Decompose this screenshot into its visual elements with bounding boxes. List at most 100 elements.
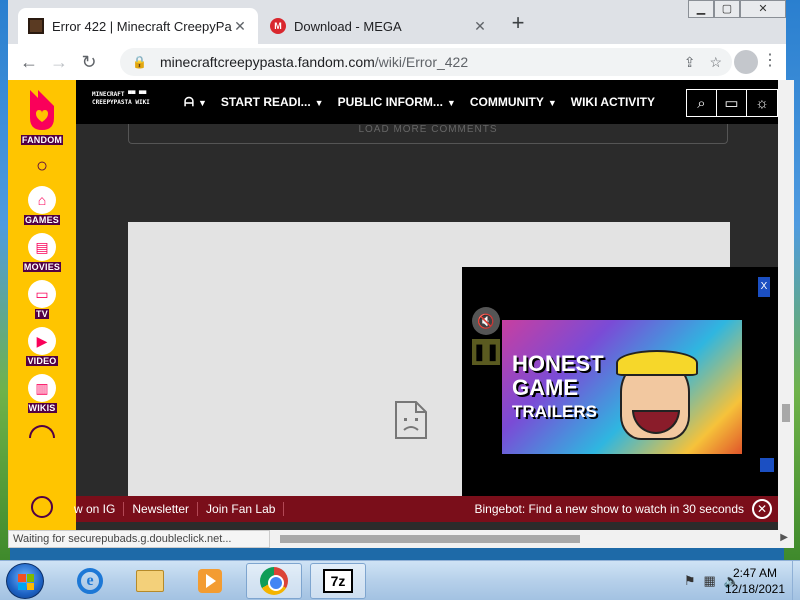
address-bar[interactable]: 🔒 minecraftcreepypasta.fandom.com/wiki/E… (120, 48, 732, 76)
sad-document-icon (395, 401, 427, 439)
gamepad-icon: ⌂ (27, 186, 56, 214)
video-title-line3: TRAILERS (512, 402, 597, 421)
tab-close-icon[interactable]: ✕ (232, 18, 248, 35)
scrollbar-thumb[interactable] (782, 404, 790, 422)
nav-label: START READI... (220, 95, 311, 109)
google-chrome-icon[interactable] (246, 563, 302, 599)
bottom-link-fan-lab[interactable]: Join Fan Lab (198, 502, 285, 516)
window-close-button[interactable]: ✕ (740, 0, 786, 18)
bingebot-promo-link[interactable]: Bingebot: Find a new show to watch in 30… (475, 502, 779, 516)
user-account-icon[interactable] (31, 496, 53, 518)
fandom-wordmark: FANDOM (20, 135, 64, 145)
video-expand-button[interactable] (760, 458, 774, 472)
video-player-popup: X 🔇 ❚❚ HONEST GAME TRAILERS (462, 267, 778, 500)
video-thumbnail[interactable]: HONEST GAME TRAILERS (502, 320, 742, 454)
wiki-logo-line2: CREEPYPASTA WIKI (92, 99, 150, 106)
nav-start-reading[interactable]: START READI... ▼ (221, 95, 324, 109)
nav-label: WIKI ACTIVITY (570, 95, 655, 109)
minecraft-favicon-icon (28, 18, 44, 34)
tab-strip: Error 422 | Minecraft CreepyPasta ✕ M Do… (8, 0, 786, 44)
tab-close-icon[interactable]: ✕ (472, 18, 488, 35)
clock-time: 2:47 AM (732, 566, 778, 580)
nav-public-information[interactable]: PUBLIC INFORM... ▼ (338, 95, 456, 109)
play-pause-icon[interactable]: ❚❚ (472, 339, 500, 365)
bottom-link-ig[interactable]: w on IG (74, 502, 125, 516)
windows-taskbar: e 7z ⚑ ▦ 🔈 2:47 AM 12/18/2021 (0, 560, 800, 600)
url-path: /wiki/Error_422 (374, 54, 469, 70)
fandom-bottom-bar: w on IG Newsletter Join Fan Lab Bingebot… (74, 496, 779, 522)
network-icon[interactable]: ▦ (704, 573, 716, 589)
mute-icon[interactable]: 🔇 (472, 307, 500, 335)
tab-error-422[interactable]: Error 422 | Minecraft CreepyPasta ✕ (18, 8, 258, 44)
tab-download-mega[interactable]: M Download - MEGA ✕ (260, 8, 498, 44)
rail-item-video[interactable]: ▶ VIDEO (26, 327, 58, 366)
chrome-window: Error 422 | Minecraft CreepyPasta ✕ M Do… (8, 0, 794, 548)
vertical-scrollbar[interactable] (778, 80, 794, 530)
rail-item-wikis[interactable]: ▥ WIKIS (27, 374, 57, 413)
system-clock[interactable]: 2:47 AM 12/18/2021 (720, 565, 790, 597)
tab-title: Download - MEGA (294, 18, 402, 34)
load-more-comments-button[interactable]: LOAD MORE COMMENTS (128, 124, 728, 144)
rail-item-tv[interactable]: ▭ TV (28, 280, 56, 319)
search-icon[interactable]: ⌕ (687, 90, 717, 116)
wiki-tools: ⌕ ▭ ☼ (686, 89, 778, 117)
clock-date: 12/18/2021 (724, 582, 786, 596)
wiki-logo-line1: MINECRAFT ▀▀ ▀▀ (92, 91, 147, 98)
status-bubble: Waiting for securepubads.g.doubleclick.n… (8, 530, 270, 548)
rail-item-label: GAMES (23, 215, 60, 225)
gauge-icon[interactable] (29, 425, 55, 438)
windows-explorer-icon[interactable] (122, 563, 178, 599)
nav-community[interactable]: COMMUNITY ▼ (470, 95, 557, 109)
chevron-down-icon: ▼ (314, 98, 324, 108)
bookmark-star-icon[interactable]: ☆ (709, 54, 722, 71)
share-icon[interactable]: ⇪ (684, 54, 696, 71)
internet-explorer-icon[interactable]: e (62, 563, 118, 599)
play-icon: ▶ (27, 327, 56, 355)
window-controls: ▁ ▢ ✕ (688, 0, 786, 18)
scroll-right-icon[interactable]: ▶ (780, 532, 788, 543)
theme-toggle-icon[interactable]: ☼ (747, 90, 777, 116)
bottom-link-newsletter[interactable]: Newsletter (124, 502, 199, 516)
show-desktop-button[interactable] (792, 561, 800, 600)
rail-item-label: TV (35, 309, 49, 319)
video-title-line2: GAME (512, 375, 578, 400)
back-icon[interactable]: ← (14, 47, 44, 77)
maximize-button[interactable]: ▢ (714, 0, 740, 18)
profile-avatar-icon[interactable] (734, 50, 758, 74)
discussions-icon[interactable]: ▭ (717, 90, 747, 116)
lock-icon[interactable]: 🔒 (132, 55, 150, 69)
minimize-button[interactable]: ▁ (688, 0, 714, 18)
seven-zip-icon[interactable]: 7z (310, 563, 366, 599)
url-text[interactable]: minecraftcreepypasta.fandom.com/wiki/Err… (160, 54, 684, 70)
kebab-menu-icon[interactable]: ⋮ (762, 50, 778, 70)
rail-item-games[interactable]: ⌂ GAMES (23, 186, 60, 225)
video-close-button[interactable]: X (758, 277, 770, 297)
reload-icon[interactable]: ↻ (74, 47, 104, 77)
scrollbar-thumb[interactable] (280, 535, 580, 543)
chevron-down-icon: ▼ (446, 98, 456, 108)
forward-icon[interactable]: → (44, 47, 74, 77)
url-host: minecraftcreepypasta.fandom.com (160, 54, 375, 70)
explore-menu-icon[interactable]: ᗩ ▼ (184, 95, 207, 110)
windows-logo-icon (18, 574, 34, 590)
start-button[interactable] (6, 563, 44, 599)
media-player-icon[interactable] (182, 563, 238, 599)
clapper-icon: ▤ (28, 233, 56, 261)
close-icon[interactable]: ✕ (752, 499, 772, 519)
character-mouth (632, 410, 680, 434)
video-title-line1: HONEST (512, 351, 604, 376)
rail-item-movies[interactable]: ▤ MOVIES (22, 233, 62, 272)
nav-label: COMMUNITY (469, 95, 544, 109)
video-title: HONEST GAME TRAILERS (512, 352, 604, 424)
new-tab-button[interactable]: + (506, 12, 530, 36)
rail-item-label: MOVIES (22, 262, 62, 272)
search-icon[interactable]: ○ (36, 155, 48, 178)
video-character (616, 350, 698, 440)
wiki-logo[interactable]: MINECRAFT ▀▀ ▀▀ CREEPYPASTA WIKI (92, 91, 170, 113)
action-center-flag-icon[interactable]: ⚑ (684, 573, 696, 589)
fandom-logo-icon[interactable] (22, 86, 62, 134)
nav-wiki-activity[interactable]: WIKI ACTIVITY (571, 95, 655, 109)
wiki-header-nav: MINECRAFT ▀▀ ▀▀ CREEPYPASTA WIKI ᗩ ▼ STAR… (76, 80, 778, 124)
horizontal-scrollbar[interactable]: ▶ (270, 530, 794, 548)
mega-favicon-icon: M (270, 18, 286, 34)
